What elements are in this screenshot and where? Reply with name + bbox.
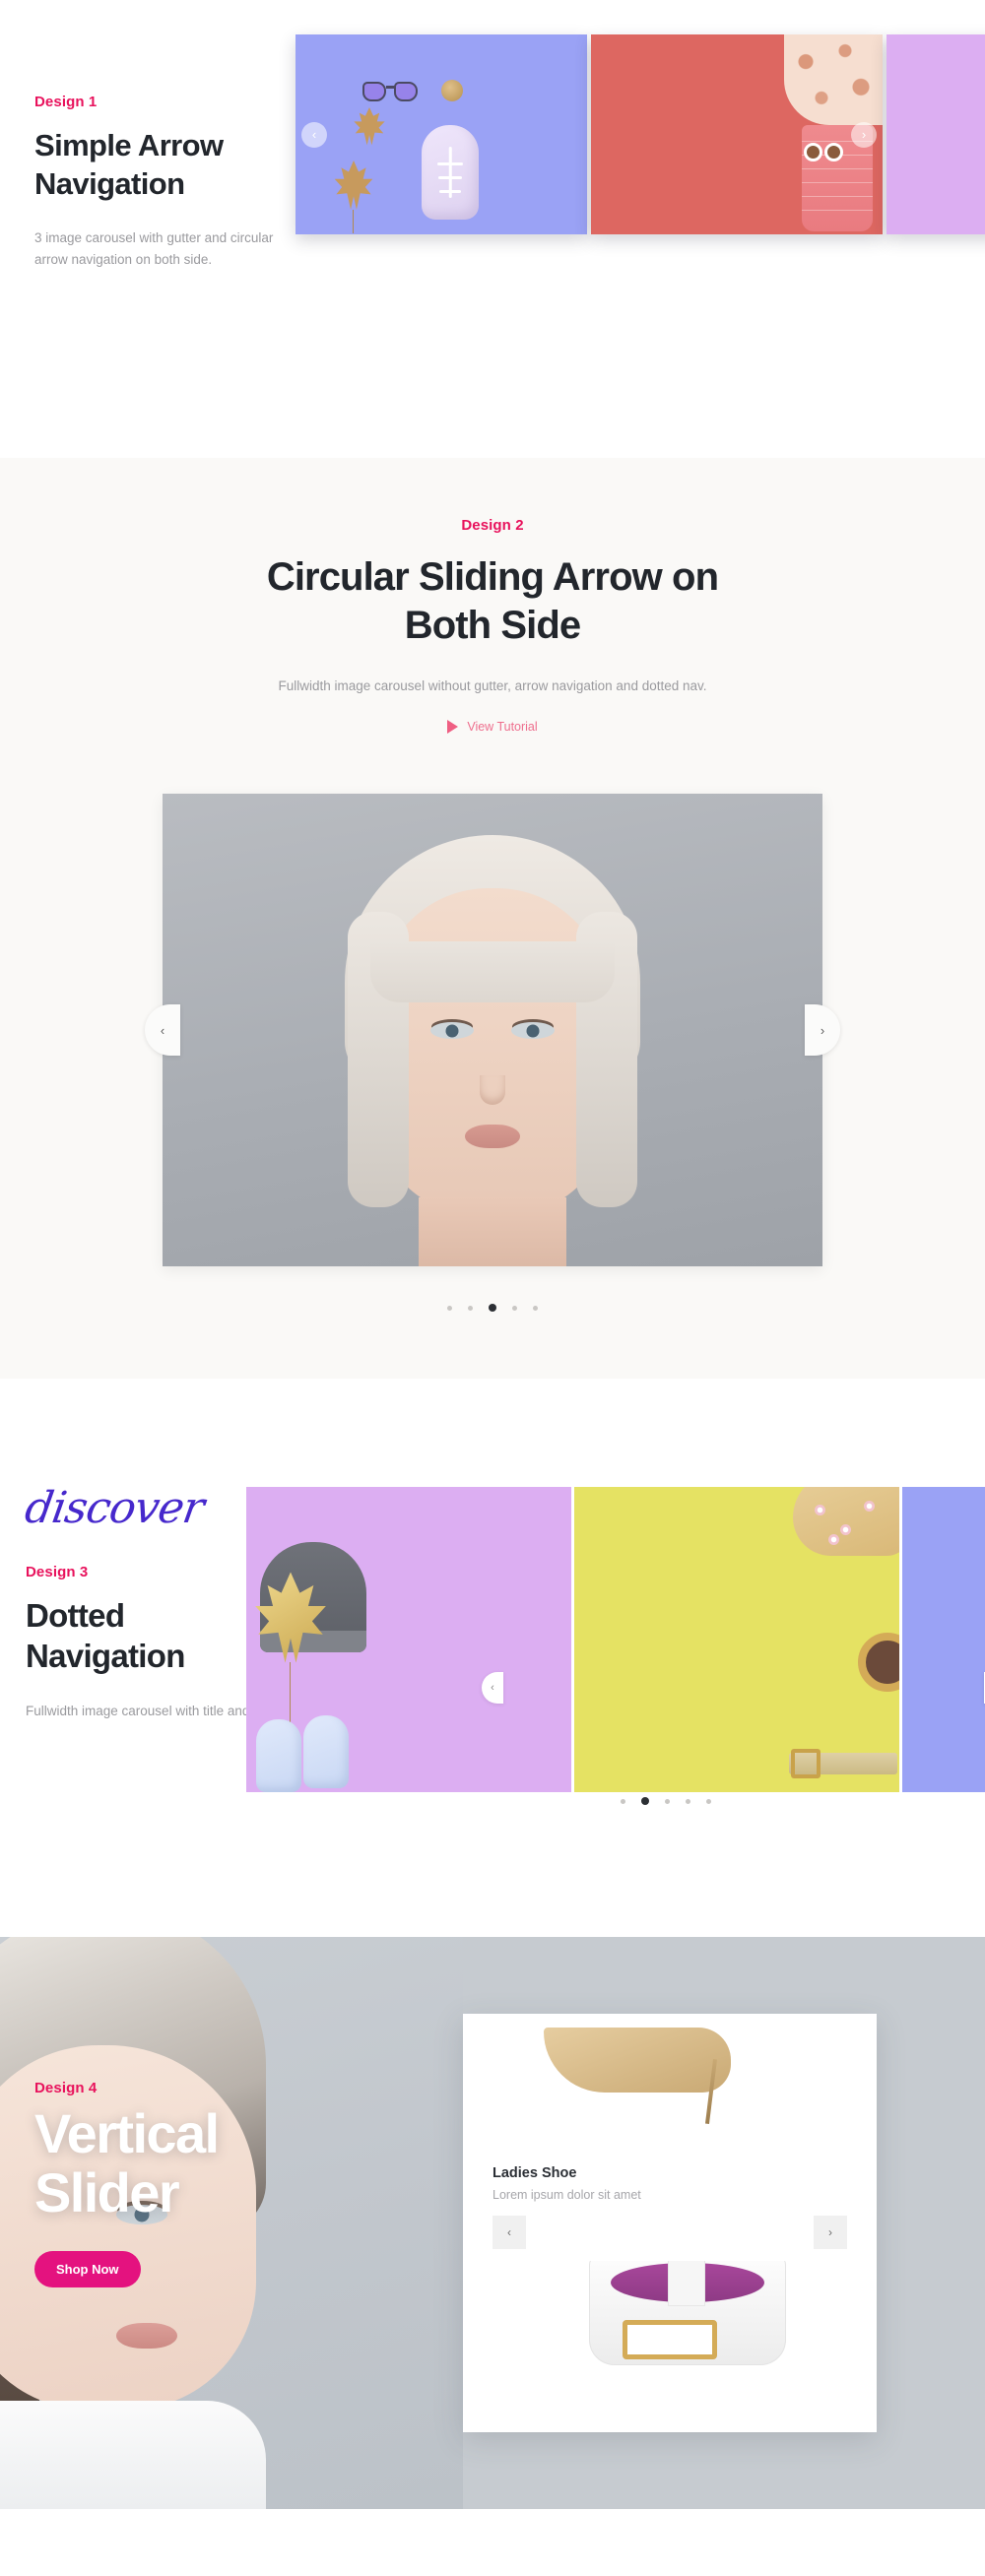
view-tutorial-link[interactable]: View Tutorial	[447, 720, 538, 735]
dot-indicator[interactable]	[533, 1305, 538, 1311]
view-tutorial-label: View Tutorial	[467, 720, 538, 735]
gold-bangle-decor	[858, 1633, 899, 1693]
gold-belt-decor	[789, 1749, 897, 1779]
card-title: Ladies Shoe	[492, 2165, 577, 2182]
sunglasses-decor-icon	[362, 82, 418, 103]
shop-now-button[interactable]: Shop Now	[34, 2251, 141, 2288]
ladies-heel-decor	[544, 2028, 731, 2093]
carousel-slide-lavender-partial[interactable]	[886, 34, 985, 234]
design-1-title-line-1: Simple Arrow	[34, 128, 224, 162]
lips-decor	[465, 1125, 520, 1149]
design-3-title-line-2: Navigation	[26, 1638, 185, 1675]
floral-shoe-decor	[793, 1487, 899, 1557]
card-body: Ladies Shoe Lorem ipsum dolor sit amet ‹…	[463, 2144, 877, 2261]
neck-decor	[419, 1197, 566, 1267]
design-1-next-button[interactable]: ›	[851, 121, 877, 148]
dot-indicator[interactable]	[512, 1305, 517, 1311]
dot-indicator[interactable]	[447, 1305, 452, 1311]
design-3-carousel[interactable]: ‹ ›	[246, 1487, 985, 1793]
design-1-copy: Design 1 Simple Arrow Navigation 3 image…	[34, 94, 305, 271]
design-1-description: 3 image carousel with gutter and circula…	[34, 230, 274, 267]
design-2-description: Fullwidth image carousel without gutter,…	[278, 677, 707, 693]
white-sneaker-decor	[422, 125, 479, 220]
design-4-eyebrow: Design 4	[34, 2080, 98, 2097]
dot-indicator-active[interactable]	[489, 1304, 496, 1313]
gold-pom-decor	[441, 80, 463, 101]
design-2-carousel[interactable]: ‹ ›	[145, 794, 840, 1267]
design-2-dot-navigation[interactable]	[0, 1304, 985, 1313]
floral-scarf-decor	[784, 34, 883, 125]
card-navigation: ‹ ›	[492, 2216, 847, 2261]
design-3-title-line-1: Dotted	[26, 1597, 125, 1635]
card-prev-button[interactable]: ‹	[492, 2216, 526, 2250]
vertical-slider-card[interactable]: Ladies Shoe Lorem ipsum dolor sit amet ‹…	[463, 2014, 877, 2433]
design-4-copy: Design 4 Vertical Slider Shop Now	[34, 2080, 428, 2288]
dot-indicator[interactable]	[621, 1798, 625, 1804]
card-image-top[interactable]	[463, 2014, 877, 2145]
carousel-slide-yellow[interactable]	[574, 1487, 899, 1793]
leaf-stem-decor	[353, 210, 355, 233]
card-subtitle: Lorem ipsum dolor sit amet	[492, 2188, 641, 2203]
card-next-button[interactable]: ›	[814, 2216, 847, 2250]
design-4-title-line-1: Vertical	[34, 2102, 220, 2165]
model-collar-decor	[0, 2401, 266, 2510]
dry-flower-decor	[354, 107, 385, 146]
design-2-title-line-2: Both Side	[404, 603, 581, 647]
blue-sneaker-right-decor	[303, 1715, 349, 1789]
design-2-prev-button[interactable]: ‹	[145, 1004, 180, 1057]
dot-indicator[interactable]	[665, 1798, 670, 1804]
carousel-slide-periwinkle[interactable]: ‹	[296, 34, 587, 234]
carousel-slide-portrait[interactable]	[163, 794, 822, 1267]
model-lips-decor	[116, 2323, 177, 2350]
dot-indicator[interactable]	[706, 1798, 711, 1804]
design-4-title: Vertical Slider	[34, 2104, 428, 2222]
design-1-title: Simple Arrow Navigation	[34, 126, 305, 203]
white-gold-bracelet-decor	[589, 2261, 786, 2366]
design-2-title: Circular Sliding Arrow on Both Side	[187, 553, 798, 650]
gold-leaf-decor	[334, 161, 373, 210]
design-3-dot-navigation[interactable]	[621, 1797, 711, 1806]
carousel-slide-lavender[interactable]	[246, 1487, 571, 1793]
card-image-bottom[interactable]	[463, 2261, 877, 2410]
design-2-next-button[interactable]: ›	[805, 1004, 840, 1057]
section-design-4: Design 4 Vertical Slider Shop Now Ladies…	[0, 1937, 985, 2510]
nose-decor	[480, 1075, 505, 1105]
design-4-title-line-2: Slider	[34, 2160, 180, 2223]
design-2-title-line-1: Circular Sliding Arrow on	[266, 555, 719, 599]
brown-sunglasses-decor	[804, 143, 843, 170]
play-icon	[447, 720, 459, 735]
dot-indicator-active[interactable]	[641, 1797, 649, 1806]
design-2-eyebrow: Design 2	[461, 517, 524, 534]
bangs-decor	[370, 941, 615, 1003]
design-1-carousel[interactable]: ‹ ›	[296, 34, 985, 234]
face-decor	[378, 888, 607, 1214]
carousel-showcase-page: Design 1 Simple Arrow Navigation 3 image…	[0, 0, 985, 2510]
carousel-slide-coral[interactable]: ›	[591, 34, 883, 234]
section-design-1: Design 1 Simple Arrow Navigation 3 image…	[0, 0, 985, 458]
dot-indicator[interactable]	[686, 1798, 690, 1804]
dot-indicator[interactable]	[468, 1305, 473, 1311]
section-design-2: Design 2 Circular Sliding Arrow on Both …	[0, 458, 985, 1380]
carousel-slide-periwinkle-partial[interactable]	[902, 1487, 985, 1793]
design-1-title-line-2: Navigation	[34, 166, 185, 202]
blue-sneaker-left-decor	[256, 1719, 301, 1793]
design-1-eyebrow: Design 1	[34, 94, 98, 110]
section-design-3: discover Design 3 Dotted Navigation Full…	[0, 1379, 985, 1938]
design-1-prev-button[interactable]: ‹	[301, 121, 327, 148]
